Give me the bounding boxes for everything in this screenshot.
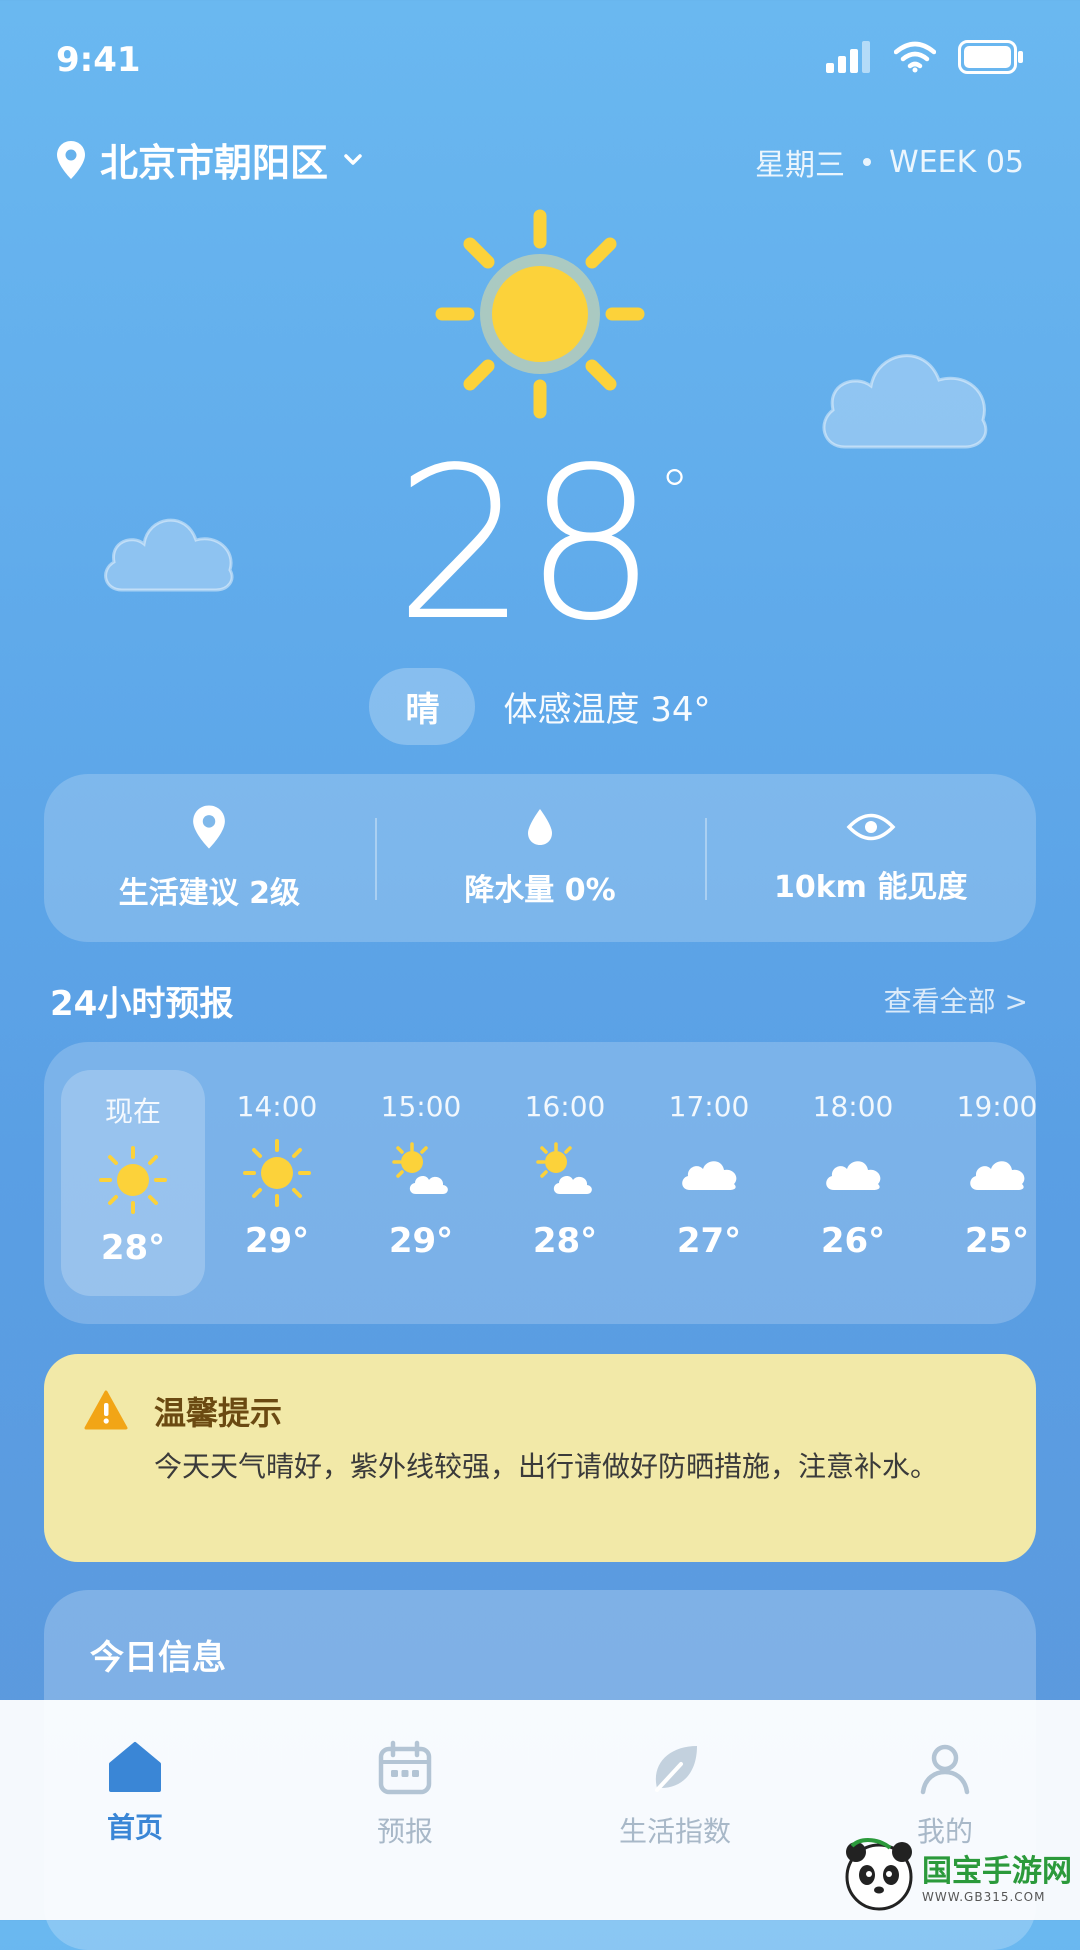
feels-like: 体感温度 34° (503, 690, 711, 730)
raindrop-icon (528, 809, 552, 845)
cloud-icon (826, 1161, 881, 1190)
stat-life-advice[interactable]: 生活建议 2级 (44, 774, 375, 942)
stat-visibility[interactable]: 10km 能见度 (705, 774, 1036, 942)
hourly-item[interactable]: 17:00 27° (637, 1070, 781, 1296)
nav-item-forecast[interactable]: 预报 (270, 1700, 540, 1920)
location-pin-icon (57, 140, 85, 179)
hour-time: 16:00 (524, 1090, 606, 1123)
hour-time: 现在 (104, 1095, 161, 1128)
stat-label: 生活建议 2级 (118, 876, 300, 911)
stat-label: 降水量 0% (464, 873, 616, 908)
nav-item-life-index[interactable]: 生活指数 (540, 1700, 810, 1920)
hour-time: 14:00 (236, 1090, 318, 1123)
hour-temp: 29° (388, 1221, 454, 1261)
panda-icon (845, 1838, 913, 1911)
watermark-logo: 国宝手游网 WWW.GB315.COM (842, 1838, 1072, 1912)
chevron-down-icon (344, 153, 362, 165)
weekday: 星期三 (755, 148, 846, 183)
hour-temp: 28° (532, 1221, 598, 1261)
sun-icon (99, 1146, 167, 1214)
sun-icon (435, 209, 645, 419)
hour-temp: 26° (820, 1221, 886, 1261)
hour-time: 19:00 (956, 1090, 1036, 1123)
temperature-value: 28 (394, 422, 657, 667)
eye-icon (846, 813, 896, 841)
today-info-title: 今日信息 (90, 1638, 226, 1678)
warning-icon (84, 1390, 128, 1430)
battery-icon (958, 40, 1023, 74)
see-all-link[interactable]: 查看全部 > (884, 980, 1028, 1020)
separator-dot (863, 158, 872, 166)
nav-label: 首页 (106, 1811, 163, 1844)
partly-cloudy-icon (536, 1142, 592, 1194)
hourly-forecast-card[interactable]: 现在 28° 14:00 29° 15:00 29° 16:00 28° 17:… (44, 1042, 1036, 1324)
location-pin-icon (193, 805, 226, 849)
hour-temp: 27° (676, 1221, 742, 1261)
user-icon (920, 1744, 970, 1795)
hourly-item[interactable]: 16:00 28° (493, 1070, 637, 1296)
degree-symbol: ° (659, 457, 690, 527)
date-info: 星期三 WEEK 05 (755, 140, 1024, 184)
hour-temp: 28° (100, 1228, 166, 1268)
condition-badge: 晴 (369, 668, 476, 745)
signal-icon (826, 41, 870, 73)
tip-title: 温馨提示 (154, 1394, 283, 1432)
hourly-item-now[interactable]: 现在 28° (61, 1070, 205, 1296)
status-icons (826, 40, 1024, 74)
hour-time: 15:00 (380, 1090, 462, 1123)
nav-item-home[interactable]: 首页 (0, 1700, 270, 1920)
hour-temp: 25° (964, 1221, 1030, 1261)
tip-body: 今天天气晴好，紫外线较强，出行请做好防晒措施，注意补水。 (154, 1450, 939, 1483)
hourly-item[interactable]: 18:00 26° (781, 1070, 925, 1296)
week-number: WEEK 05 (889, 144, 1024, 180)
wifi-icon (894, 41, 936, 73)
nav-label: 生活指数 (618, 1815, 731, 1848)
home-icon (109, 1742, 161, 1792)
hourly-item[interactable]: 15:00 29° (349, 1070, 493, 1296)
stat-label: 10km 能见度 (773, 870, 968, 905)
nav-label: 预报 (376, 1815, 433, 1848)
location-name: 北京市朝阳区 (100, 141, 329, 185)
stats-card: 生活建议 2级 降水量 0% 10km 能见度 (44, 774, 1036, 942)
watermark-brand: 国宝手游网 (922, 1854, 1072, 1889)
partly-cloudy-icon (392, 1142, 448, 1194)
hour-time: 17:00 (668, 1090, 750, 1123)
calendar-icon (378, 1740, 432, 1795)
cloud-icon (822, 354, 988, 449)
condition-row: 晴 体感温度 34° (0, 668, 1080, 745)
hour-time: 18:00 (812, 1090, 894, 1123)
hour-temp: 29° (244, 1221, 310, 1261)
watermark-url: WWW.GB315.COM (922, 1890, 1046, 1904)
current-temperature: 28 ° (0, 440, 1080, 650)
cloud-icon (970, 1161, 1025, 1190)
hourly-item[interactable]: 19:00 25° (925, 1070, 1036, 1296)
stat-precipitation[interactable]: 降水量 0% (374, 774, 706, 942)
section-title-hourly: 24小时预报 (50, 984, 234, 1024)
sun-icon (243, 1139, 311, 1207)
status-time: 9:41 (56, 40, 141, 80)
hourly-item[interactable]: 14:00 29° (205, 1070, 349, 1296)
leaf-icon (655, 1746, 697, 1792)
location-selector[interactable]: 北京市朝阳区 (56, 132, 364, 187)
tip-card: 温馨提示 今天天气晴好，紫外线较强，出行请做好防晒措施，注意补水。 (44, 1354, 1036, 1562)
cloud-icon (682, 1161, 737, 1190)
